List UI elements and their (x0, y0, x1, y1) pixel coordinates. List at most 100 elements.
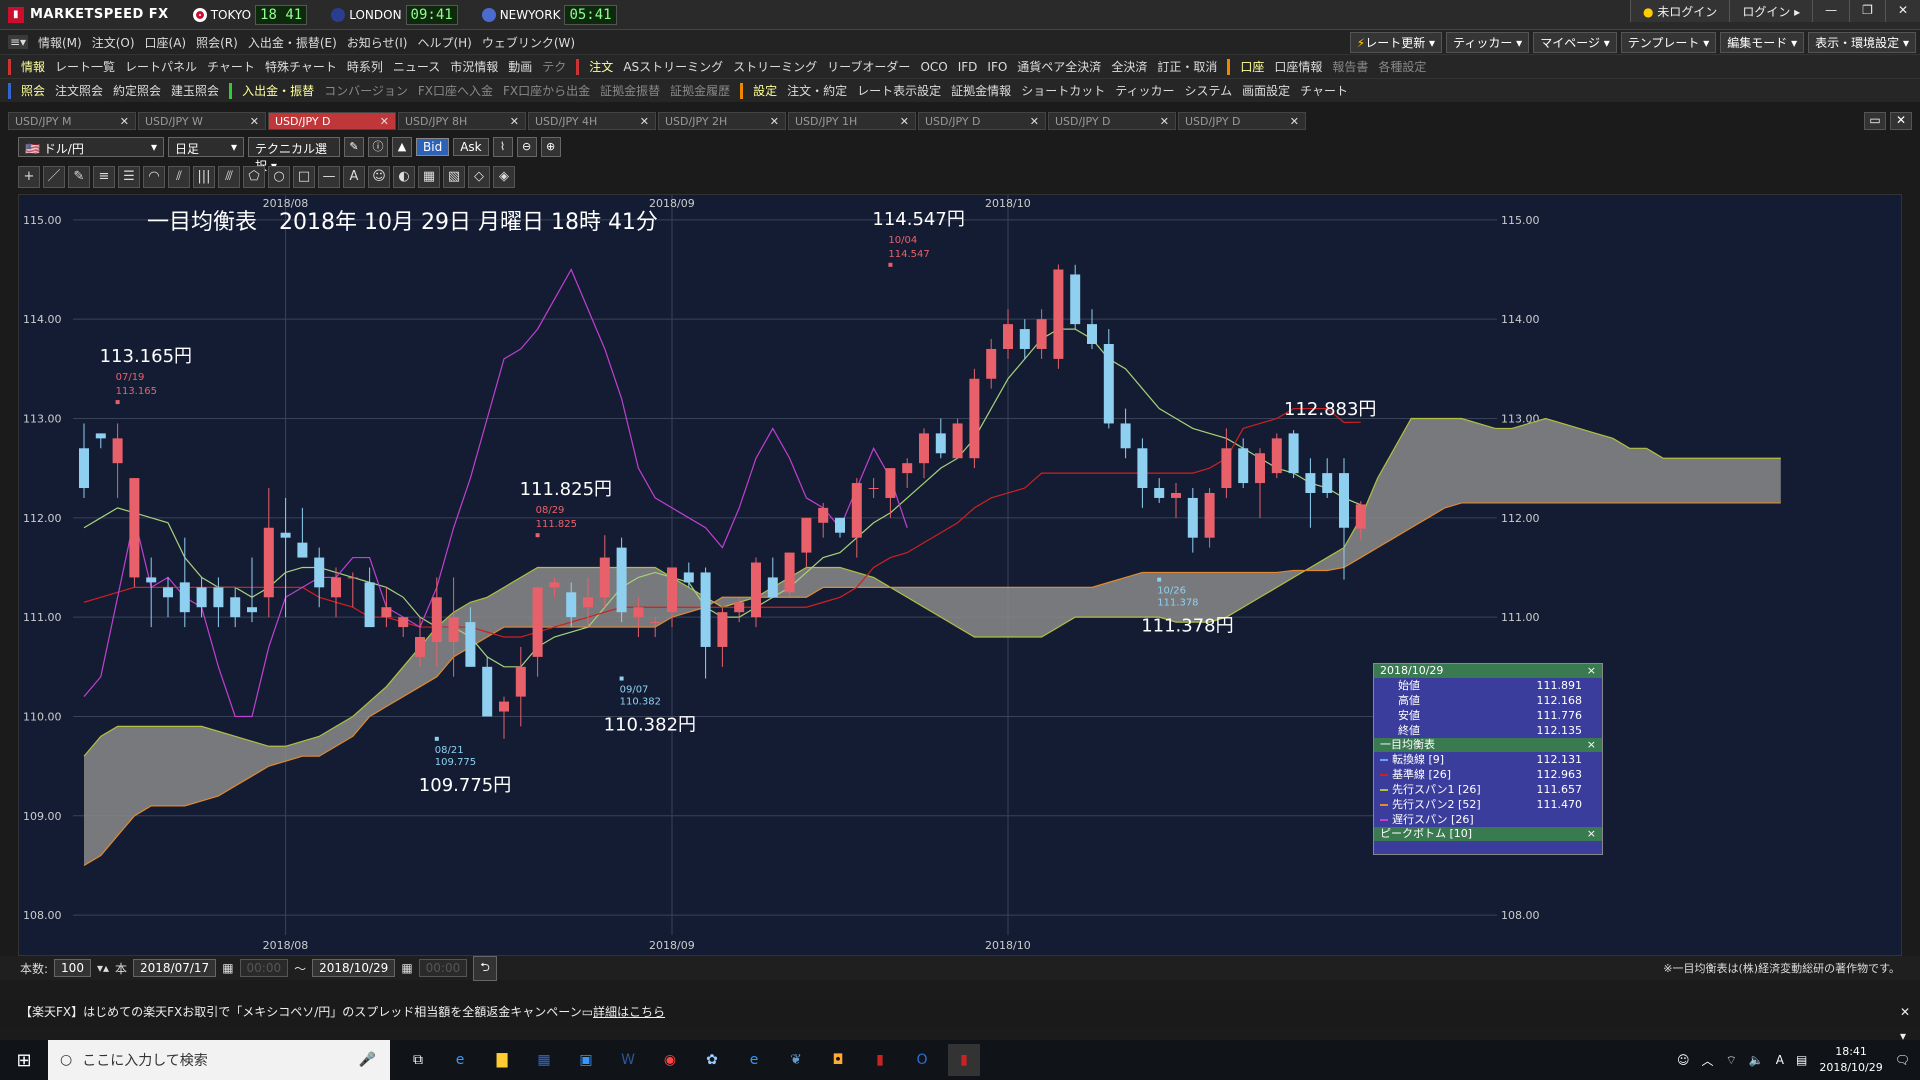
close-icon[interactable]: × (1587, 738, 1596, 752)
bid-button[interactable]: Bid (416, 138, 450, 156)
close-chart-icon[interactable]: ✕ (1890, 112, 1912, 130)
close-tab-icon[interactable]: ✕ (900, 115, 909, 128)
close-tab-icon[interactable]: ✕ (1160, 115, 1169, 128)
calendar-app-icon[interactable]: ▦ (528, 1044, 560, 1076)
to-time-input[interactable]: 00:00 (418, 959, 468, 977)
zoom-out-icon[interactable]: ⊖ (516, 137, 537, 157)
template-button[interactable]: テンプレート ▾ (1620, 32, 1717, 53)
keyboard-icon[interactable]: ▤ (1796, 1053, 1807, 1067)
menu-info[interactable]: 情報(M) (38, 34, 82, 51)
draw-tool-icon[interactable]: ◠ (143, 166, 165, 188)
rate-update-button[interactable]: ⚡レート更新 ▾ (1349, 32, 1443, 53)
draw-tool-icon[interactable]: ⫽ (168, 166, 190, 188)
feather-icon[interactable]: ❦ (780, 1044, 812, 1076)
draw-tool-icon[interactable]: A (343, 166, 365, 188)
tb-chart[interactable]: チャート (207, 58, 255, 75)
tab-item[interactable]: USD/JPY W ✕ (138, 112, 266, 130)
draw-tool-icon[interactable]: ◐ (393, 166, 415, 188)
marketspeed-icon[interactable]: ▮ (864, 1044, 896, 1076)
tech-select[interactable]: テクニカル選択 ▾ (248, 137, 340, 173)
tb-account[interactable]: 口座 (1240, 58, 1264, 75)
tb-ifo[interactable]: IFO (987, 60, 1007, 74)
close-tab-icon[interactable]: ✕ (640, 115, 649, 128)
close-icon[interactable]: × (1587, 664, 1596, 678)
tb-all-settle[interactable]: 全決済 (1111, 58, 1147, 75)
chrome-icon[interactable]: ◉ (654, 1044, 686, 1076)
chart-area[interactable]: 108.00108.00109.00109.00110.00110.00111.… (18, 194, 1902, 956)
close-tab-icon[interactable]: ✕ (250, 115, 259, 128)
tb-special-chart[interactable]: 特殊チャート (265, 58, 337, 75)
tb-report[interactable]: 報告書 (1332, 58, 1368, 75)
windows-start-icon[interactable]: ⊞ (0, 1050, 48, 1071)
draw-tool-icon[interactable]: + (18, 166, 40, 188)
tb-shortcut[interactable]: ショートカット (1021, 82, 1105, 99)
tb-exec-inquiry[interactable]: 約定照会 (113, 82, 161, 99)
tb-tech[interactable]: テク (542, 58, 566, 75)
menu-inquiry[interactable]: 照会(R) (196, 34, 238, 51)
tab-item[interactable]: USD/JPY D ✕ (918, 112, 1046, 130)
close-tab-icon[interactable]: ✕ (1290, 115, 1299, 128)
count-input[interactable]: 100 (54, 959, 91, 977)
tab-item[interactable]: USD/JPY M ✕ (8, 112, 136, 130)
tab-item[interactable]: USD/JPY 8H ✕ (398, 112, 526, 130)
draw-tool-icon[interactable]: ◇ (468, 166, 490, 188)
close-tab-icon[interactable]: ✕ (770, 115, 779, 128)
tb-deposit[interactable]: 入出金・振替 (242, 82, 314, 99)
tab-item[interactable]: USD/JPY D ✕ (1048, 112, 1176, 130)
paint-icon[interactable]: ✿ (696, 1044, 728, 1076)
marketspeed-fx-icon[interactable]: ▮ (948, 1044, 980, 1076)
tb-position-inquiry[interactable]: 建玉照会 (171, 82, 219, 99)
tb-chart-setting[interactable]: チャート (1300, 82, 1348, 99)
tb-video[interactable]: 動画 (508, 58, 532, 75)
chart-type-icon[interactable]: ⌇ (492, 137, 513, 157)
app-orange-icon[interactable]: ◘ (822, 1044, 854, 1076)
tb-screen-setting[interactable]: 画面設定 (1242, 82, 1290, 99)
tb-oco[interactable]: OCO (920, 60, 947, 74)
tb-order-exec[interactable]: 注文・約定 (787, 82, 847, 99)
tb-conversion[interactable]: コンバージョン (324, 82, 408, 99)
tb-pair-settle[interactable]: 通貨ペア全決済 (1017, 58, 1101, 75)
menu-order[interactable]: 注文(O) (92, 34, 135, 51)
ticker-button[interactable]: ティッカー ▾ (1446, 32, 1530, 53)
menu-help[interactable]: ヘルプ(H) (417, 34, 471, 51)
area-icon[interactable]: ▲ (392, 137, 412, 157)
taskbar-search[interactable]: ○ ここに入力して検索 🎤 (48, 1040, 390, 1080)
mypage-button[interactable]: マイページ ▾ (1533, 32, 1617, 53)
draw-tool-icon[interactable]: ☰ (118, 166, 140, 188)
window-app-icon[interactable]: ▣ (570, 1044, 602, 1076)
people-icon[interactable]: ☺ (1677, 1053, 1690, 1067)
draw-tool-icon[interactable]: □ (293, 166, 315, 188)
microphone-icon[interactable]: 🎤 (359, 1052, 376, 1068)
tb-setting[interactable]: 設定 (753, 82, 777, 99)
news-link[interactable]: 詳細はこちら (593, 1005, 665, 1019)
to-date-input[interactable]: 2018/10/29 (312, 959, 396, 977)
draw-tool-icon[interactable]: ○ (268, 166, 290, 188)
tb-streaming[interactable]: ストリーミング (733, 58, 817, 75)
draw-tool-icon[interactable]: ≡ (93, 166, 115, 188)
menu-notice[interactable]: お知らせ(I) (347, 34, 408, 51)
chevron-up-icon[interactable]: ︿ (1702, 1052, 1714, 1069)
maximize-button[interactable]: ❐ (1849, 0, 1885, 22)
clock[interactable]: 18:41 2018/10/29 (1819, 1044, 1882, 1076)
notification-icon[interactable]: 🗨 (1895, 1053, 1910, 1067)
draw-tool-icon[interactable]: ▦ (418, 166, 440, 188)
edit-mode-button[interactable]: 編集モード ▾ (1720, 32, 1805, 53)
close-button[interactable]: ✕ (1884, 0, 1920, 22)
tb-ifd[interactable]: IFD (958, 60, 978, 74)
draw-tool-icon[interactable]: ☺ (368, 166, 390, 188)
tab-item[interactable]: USD/JPY D ✕ (268, 112, 396, 130)
ie-icon[interactable]: e (444, 1044, 476, 1076)
tb-rate-list[interactable]: レート一覧 (55, 58, 115, 75)
calendar-icon[interactable]: ▦ (222, 961, 233, 975)
edge-icon[interactable]: e (738, 1044, 770, 1076)
period-select[interactable]: 日足 ▾ (168, 137, 244, 157)
close-tab-icon[interactable]: ✕ (380, 115, 389, 128)
tb-margin-transfer[interactable]: 証拠金振替 (600, 82, 660, 99)
tb-account-info[interactable]: 口座情報 (1274, 58, 1322, 75)
word-icon[interactable]: W (612, 1044, 644, 1076)
tb-ticker[interactable]: ティッカー (1115, 82, 1174, 99)
tb-news[interactable]: ニュース (393, 58, 440, 75)
draw-tool-icon[interactable]: — (318, 166, 340, 188)
tb-inquiry[interactable]: 照会 (21, 82, 45, 99)
close-tab-icon[interactable]: ✕ (1030, 115, 1039, 128)
